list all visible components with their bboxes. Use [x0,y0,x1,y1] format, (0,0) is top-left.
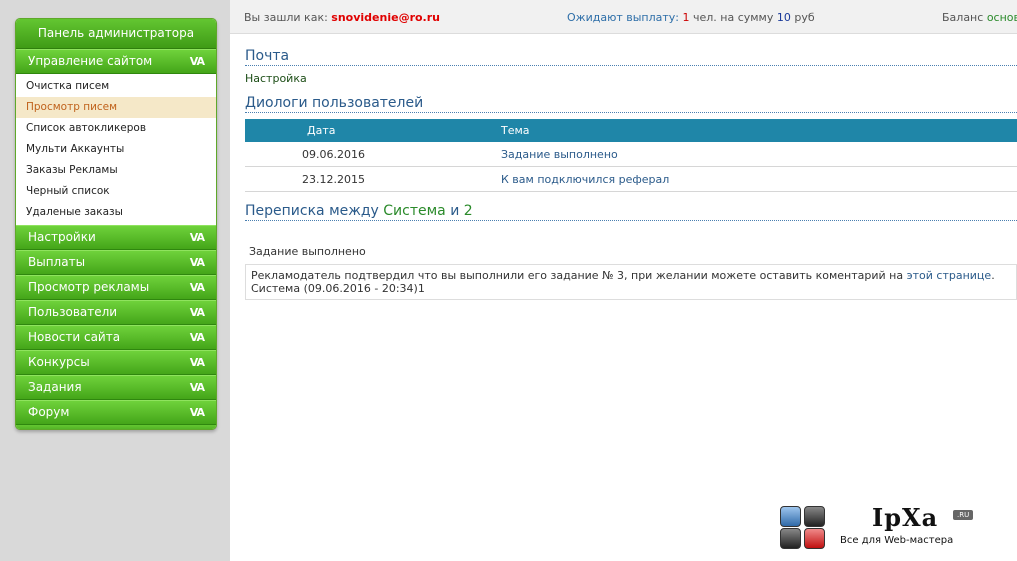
watermark-brand: IpXa [872,503,939,532]
logo-square-icon [804,528,825,549]
chevron-icon: VA [189,406,205,419]
sidebar-item-blacklist[interactable]: Черный список [16,181,216,202]
admin-panel-footer [16,425,216,429]
table-header-row: Дата Тема [245,119,1017,142]
message-after-link: . [991,269,995,282]
chevron-icon: VA [189,356,205,369]
sidebar-section-contests[interactable]: Конкурсы VA [16,350,216,375]
sidebar-section-label: Управление сайтом [28,54,153,68]
chevron-icon: VA [189,306,205,319]
table-row[interactable]: 09.06.2016 Задание выполнено [245,142,1017,167]
login-user: snovidenie@ro.ru [331,11,440,24]
sidebar-section-label: Задания [28,380,82,394]
chevron-icon: VA [189,331,205,344]
sidebar-section-site-management[interactable]: Управление сайтом VA [16,49,216,74]
conversation-party1: Система [383,203,446,219]
sidebar-section-label: Выплаты [28,255,86,269]
site-management-submenu: Очистка писем Просмотр писем Список авто… [16,74,216,225]
sidebar-section-label: Форум [28,405,70,419]
row-date: 23.12.2015 [245,166,500,192]
table-row[interactable]: 23.12.2015 К вам подключился реферал [245,166,1017,192]
watermark-tagline: Все для Web-мастера [840,535,954,546]
chevron-icon: VA [189,256,205,269]
watermark-badge: .RU [953,510,974,520]
balance-value: основно [986,11,1017,24]
sidebar-section-label: Конкурсы [28,355,90,369]
row-topic-link[interactable]: К вам подключился реферал [500,166,1017,192]
conversation-prefix: Переписка между [245,203,379,219]
sidebar-item-multi-accounts[interactable]: Мульти Аккаунты [16,139,216,160]
row-topic-link[interactable]: Задание выполнено [500,142,1017,167]
mail-heading: Почта [245,48,1017,66]
sidebar-section-tasks[interactable]: Задания VA [16,375,216,400]
pending-currency: руб [794,11,815,24]
watermark: IpXa .RU Все для Web-мастера [778,503,978,553]
settings-link[interactable]: Настройка [245,72,1017,85]
sidebar-section-label: Пользователи [28,305,118,319]
login-label: Вы зашли как: [244,11,328,24]
sidebar-section-label: Настройки [28,230,96,244]
balance-info: Баланс основно [942,11,1017,24]
balance-label: Баланс [942,11,984,24]
row-date: 09.06.2016 [245,142,500,167]
sidebar-section-label: Просмотр рекламы [28,280,150,294]
sidebar-item-clear-mail[interactable]: Очистка писем [16,76,216,97]
column-header-topic: Тема [500,119,1017,142]
message-footer: Система (09.06.2016 - 20:34)1 [251,282,425,295]
chevron-icon: VA [189,55,205,68]
conversation-conj: и [450,203,460,219]
pending-mid-text: чел. на сумму [692,11,774,24]
message-link[interactable]: этой странице [907,269,992,282]
login-info: Вы зашли как: snovidenie@ro.ru [244,11,440,24]
dialogs-table: Дата Тема 09.06.2016 Задание выполнено 2… [245,119,1017,192]
sidebar-section-ad-view[interactable]: Просмотр рекламы VA [16,275,216,300]
message-title: Задание выполнено [249,245,366,258]
logo-square-icon [780,528,801,549]
sidebar-section-users[interactable]: Пользователи VA [16,300,216,325]
sidebar-item-deleted-orders[interactable]: Удаленые заказы [16,202,216,223]
pending-count: 1 [682,11,690,24]
pending-payouts: Ожидают выплату: 1 чел. на сумму 10 руб [567,11,815,24]
conversation-heading: Переписка между Система и 2 [245,203,1017,221]
message-body: Рекламодатель подтвердил что вы выполнил… [251,269,904,282]
logo-square-icon [780,506,801,527]
message-box: Рекламодатель подтвердил что вы выполнил… [245,264,1017,300]
main-content: Почта Настройка Диологи пользователей Да… [245,48,1017,300]
chevron-icon: VA [189,281,205,294]
pending-sum: 10 [776,11,791,24]
sidebar-section-settings[interactable]: Настройки VA [16,225,216,250]
top-bar: Вы зашли как: snovidenie@ro.ru Ожидают в… [230,0,1017,34]
column-header-date: Дата [245,119,500,142]
sidebar-section-forum[interactable]: Форум VA [16,400,216,425]
dialogs-heading: Диологи пользователей [245,95,1017,113]
chevron-icon: VA [189,231,205,244]
sidebar-section-label: Новости сайта [28,330,121,344]
sidebar-item-view-mail[interactable]: Просмотр писем [16,97,216,118]
sidebar-item-autoclickers[interactable]: Список автокликеров [16,118,216,139]
admin-panel: Панель администратора Управление сайтом … [15,18,217,430]
conversation-party2: 2 [463,203,473,219]
logo-square-icon [804,506,825,527]
chevron-icon: VA [189,381,205,394]
sidebar-item-ad-orders[interactable]: Заказы Рекламы [16,160,216,181]
sidebar-section-payouts[interactable]: Выплаты VA [16,250,216,275]
pending-label[interactable]: Ожидают выплату: [567,11,679,24]
sidebar-section-news[interactable]: Новости сайта VA [16,325,216,350]
admin-panel-title: Панель администратора [16,19,216,49]
